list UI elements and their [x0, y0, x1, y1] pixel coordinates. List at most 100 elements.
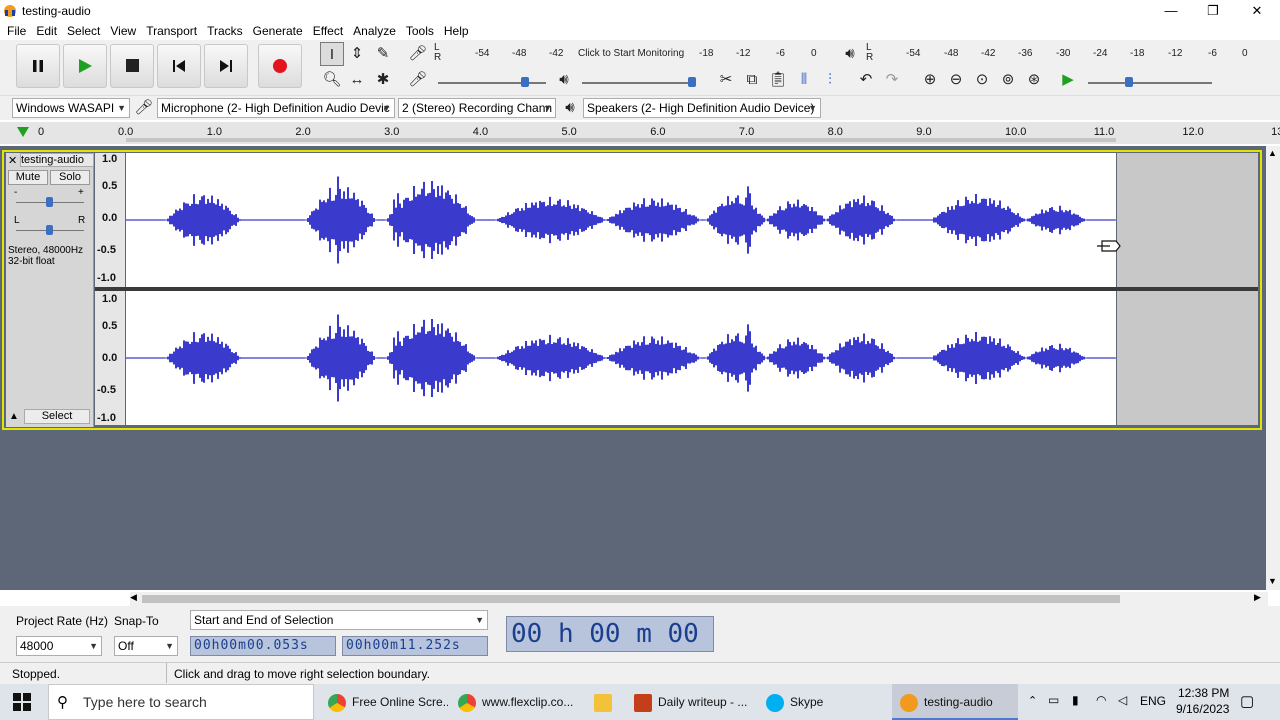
- taskbar-skype[interactable]: Skype: [760, 684, 886, 720]
- menu-generate[interactable]: Generate: [248, 22, 308, 40]
- menu-file[interactable]: File: [2, 22, 31, 40]
- input-language[interactable]: ENG: [1140, 694, 1166, 708]
- volume-icon[interactable]: ◁: [1118, 693, 1127, 707]
- scroll-right-icon[interactable]: ▶: [1254, 592, 1261, 603]
- scroll-up-icon[interactable]: ▲: [1268, 148, 1277, 158]
- menu-edit[interactable]: Edit: [31, 22, 62, 40]
- select-track-button[interactable]: Select: [24, 409, 90, 424]
- tray-overflow-icon[interactable]: ⌃: [1028, 694, 1037, 707]
- speaker-meter-icon[interactable]: 🔊︎: [838, 42, 862, 66]
- zoom-in-icon[interactable]: ⊕: [918, 68, 942, 92]
- minimize-button[interactable]: —: [1148, 0, 1194, 22]
- pan-slider-knob[interactable]: [46, 225, 53, 235]
- microphone-meter-icon[interactable]: 🎤︎: [406, 42, 430, 66]
- copy-icon[interactable]: ⧉: [740, 68, 764, 92]
- horizontal-scrollbar[interactable]: ◀ ▶: [130, 592, 1268, 606]
- scrollbar-thumb[interactable]: [142, 595, 1120, 603]
- stop-button[interactable]: [110, 44, 154, 88]
- playback-device-select[interactable]: Speakers (2- High Definition Audio Devic…: [583, 98, 821, 118]
- audio-host-select[interactable]: Windows WASAPI ▼: [12, 98, 130, 118]
- playback-volume-knob[interactable]: [688, 77, 696, 87]
- menu-transport[interactable]: Transport: [141, 22, 202, 40]
- recording-device-select[interactable]: Microphone (2- High Definition Audio Dev…: [157, 98, 395, 118]
- solo-button[interactable]: Solo: [50, 170, 90, 185]
- undo-icon[interactable]: ↶: [854, 68, 878, 92]
- menu-analyze[interactable]: Analyze: [348, 22, 401, 40]
- taskbar-powerpoint[interactable]: Daily writeup - ...: [628, 684, 754, 720]
- start-monitoring-prompt[interactable]: Click to Start Monitoring: [578, 48, 684, 59]
- selection-end-time[interactable]: 00h00m11.252s: [342, 636, 488, 656]
- taskbar-chrome-screen[interactable]: Free Online Scre...: [322, 684, 448, 720]
- mute-button[interactable]: Mute: [8, 170, 48, 185]
- vertical-scale-right[interactable]: 1.0 0.5 0.0 -0.5 -1.0: [95, 291, 125, 425]
- envelope-tool-icon[interactable]: ⇕: [345, 42, 369, 66]
- zoom-toggle-icon[interactable]: ⊛: [1022, 68, 1046, 92]
- selection-tool-icon[interactable]: I: [320, 42, 344, 66]
- taskbar-audacity[interactable]: testing-audio: [892, 684, 1018, 720]
- selection-start-time[interactable]: 00h00m00.053s: [190, 636, 336, 656]
- taskbar-file-explorer[interactable]: [584, 684, 622, 720]
- status-bar: Stopped. Click and drag to move right se…: [0, 662, 1280, 684]
- selection-mode-select[interactable]: Start and End of Selection ▼: [190, 610, 488, 630]
- scroll-down-icon[interactable]: ▼: [1268, 576, 1277, 586]
- close-window-button[interactable]: ✕: [1234, 0, 1280, 22]
- clock-time[interactable]: 12:38 PM: [1178, 686, 1229, 700]
- record-button[interactable]: [258, 44, 302, 88]
- audio-position-display[interactable]: 00 h 00 m 00 s: [506, 616, 714, 652]
- vertical-scrollbar[interactable]: ▲ ▼: [1266, 146, 1280, 590]
- battery-icon[interactable]: ▭: [1048, 693, 1059, 707]
- time-shift-tool-icon[interactable]: ↔: [345, 68, 369, 92]
- collapse-track-icon[interactable]: ▲: [9, 411, 19, 422]
- recording-volume-knob[interactable]: [521, 77, 529, 87]
- zoom-out-icon[interactable]: ⊖: [944, 68, 968, 92]
- play-at-speed-icon[interactable]: ▶: [1056, 68, 1080, 92]
- cut-icon[interactable]: ✂: [714, 68, 738, 92]
- skip-start-button[interactable]: [157, 44, 201, 88]
- wifi-icon[interactable]: ◠: [1096, 693, 1106, 707]
- close-track-icon[interactable]: ✕: [8, 154, 17, 167]
- paste-icon[interactable]: 📋︎: [766, 68, 790, 92]
- waveform-right-channel[interactable]: [125, 291, 1116, 425]
- multi-tool-icon[interactable]: ✱: [371, 68, 395, 92]
- fit-project-icon[interactable]: ⊚: [996, 68, 1020, 92]
- empty-track-region-left[interactable]: [1117, 153, 1258, 287]
- empty-track-region-right[interactable]: [1117, 291, 1258, 425]
- usb-icon[interactable]: ▮: [1072, 693, 1079, 707]
- play-button[interactable]: [63, 44, 107, 88]
- menu-help[interactable]: Help: [439, 22, 474, 40]
- maximize-button[interactable]: ❐: [1190, 0, 1236, 22]
- play-speed-knob[interactable]: [1125, 77, 1133, 87]
- silence-audio-icon[interactable]: ⫶: [818, 68, 842, 92]
- vertical-scale-left[interactable]: 1.0 0.5 0.0 -0.5 -1.0: [95, 153, 125, 287]
- fit-selection-icon[interactable]: ⊙: [970, 68, 994, 92]
- pause-button[interactable]: [16, 44, 60, 88]
- windows-start-icon[interactable]: [13, 693, 31, 711]
- recording-volume-slider[interactable]: [438, 82, 546, 84]
- timeline-options-icon[interactable]: [16, 125, 30, 139]
- track-name-menu[interactable]: testing-audio: [20, 153, 94, 167]
- gain-slider-knob[interactable]: [46, 197, 53, 207]
- menu-tools[interactable]: Tools: [401, 22, 439, 40]
- taskbar-chrome-flexclip[interactable]: www.flexclip.co...: [452, 684, 578, 720]
- timeline-ruler[interactable]: 0 0.0 1.0 2.0 3.0 4.0 5.0 6.0 7.0 8.0 9.0 10.0 11.0…: [0, 122, 1280, 144]
- playback-volume-slider[interactable]: [582, 82, 694, 84]
- redo-icon[interactable]: ↷: [880, 68, 904, 92]
- waveform-left-channel[interactable]: [125, 153, 1116, 287]
- notifications-icon[interactable]: ▢: [1240, 692, 1254, 710]
- zoom-tool-icon[interactable]: 🔍︎: [320, 68, 344, 92]
- project-rate-select[interactable]: 48000 ▼: [16, 636, 102, 656]
- skip-end-button[interactable]: [204, 44, 248, 88]
- scroll-left-icon[interactable]: ◀: [130, 592, 137, 603]
- recording-channels-select[interactable]: 2 (Stereo) Recording Chann ▼: [398, 98, 556, 118]
- taskbar-search-box[interactable]: ⚲ Type here to search: [48, 684, 314, 720]
- menu-tracks[interactable]: Tracks: [202, 22, 248, 40]
- ruler-tick-label: 10.0: [1005, 126, 1027, 138]
- clock-date[interactable]: 9/16/2023: [1176, 702, 1229, 716]
- snap-to-select[interactable]: Off ▼: [114, 636, 178, 656]
- menu-effect[interactable]: Effect: [308, 22, 348, 40]
- play-speed-slider[interactable]: [1088, 82, 1212, 84]
- menu-view[interactable]: View: [105, 22, 141, 40]
- menu-select[interactable]: Select: [62, 22, 105, 40]
- trim-audio-icon[interactable]: ⫴: [792, 68, 816, 92]
- draw-tool-icon[interactable]: ✎: [371, 42, 395, 66]
